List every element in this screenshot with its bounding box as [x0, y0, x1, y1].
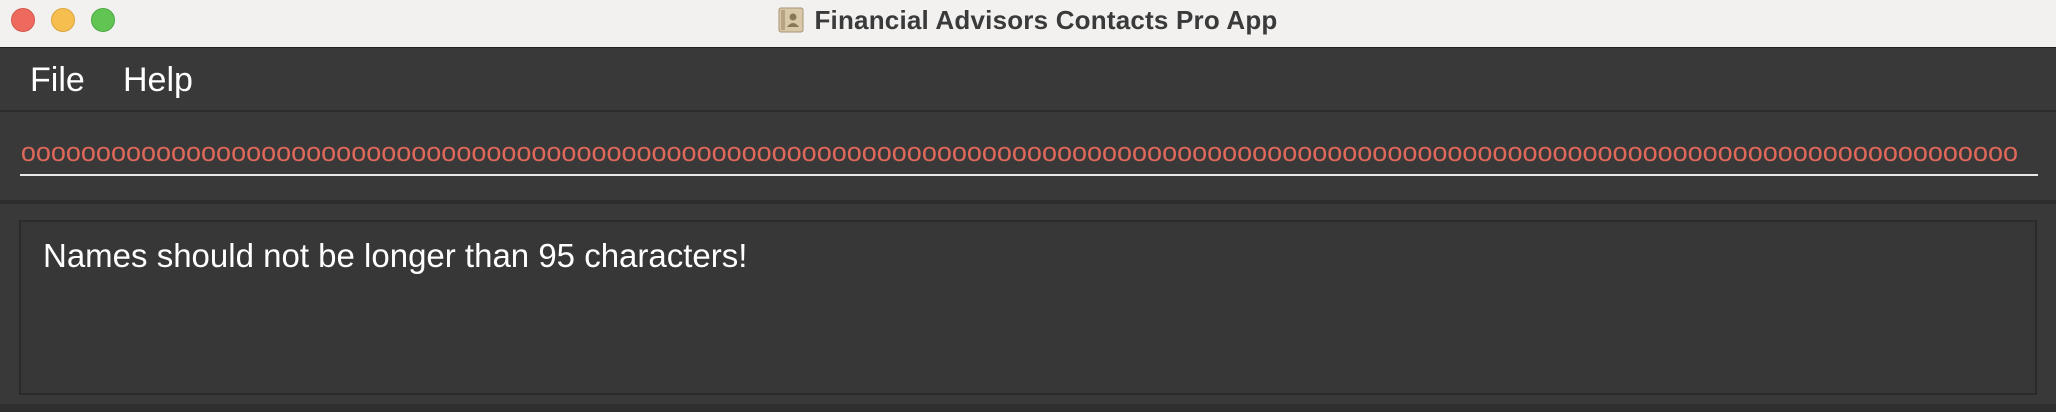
window-title: Financial Advisors Contacts Pro App [814, 4, 1278, 35]
contacts-app-icon [778, 7, 804, 33]
menu-file[interactable]: File [30, 60, 85, 100]
app-window: Financial Advisors Contacts Pro App File… [0, 0, 2056, 412]
title-bar[interactable]: Financial Advisors Contacts Pro App [0, 0, 2056, 48]
menu-help[interactable]: Help [123, 60, 193, 100]
command-input-text: oooooooooooooooooooooooooooooooooooooooo… [20, 137, 2018, 167]
command-input[interactable]: oooooooooooooooooooooooooooooooooooooooo… [20, 132, 2038, 176]
status-bar [0, 404, 2056, 412]
title-group: Financial Advisors Contacts Pro App [0, 0, 2056, 40]
command-box-container: oooooooooooooooooooooooooooooooooooooooo… [0, 112, 2056, 204]
result-display[interactable]: Names should not be longer than 95 chara… [19, 220, 2037, 395]
menu-bar: File Help [0, 48, 2056, 112]
result-message: Names should not be longer than 95 chara… [43, 237, 748, 274]
